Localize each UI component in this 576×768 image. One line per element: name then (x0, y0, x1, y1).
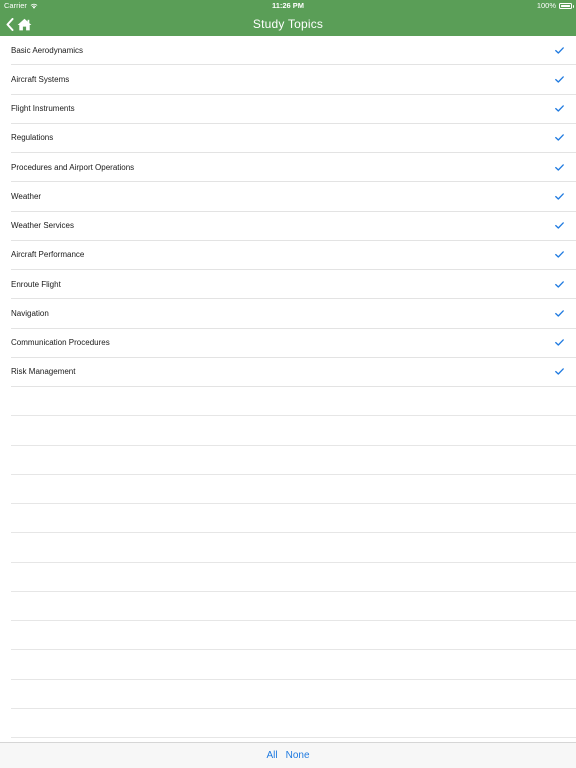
topic-row[interactable]: Enroute Flight (11, 270, 576, 300)
topic-row[interactable]: Weather Services (11, 212, 576, 241)
topic-row[interactable]: Risk Management (11, 358, 576, 387)
checkmark-icon (554, 45, 564, 55)
battery-icon (559, 3, 574, 9)
topic-label: Aircraft Performance (11, 250, 85, 260)
navigation-bar: Study Topics (0, 12, 576, 36)
empty-row (11, 446, 576, 475)
empty-row (11, 416, 576, 446)
empty-row (11, 592, 576, 621)
empty-row (11, 504, 576, 534)
topic-label: Communication Procedures (11, 338, 110, 348)
checkmark-icon (554, 191, 564, 201)
topic-row[interactable]: Communication Procedures (11, 329, 576, 358)
topic-label: Procedures and Airport Operations (11, 162, 135, 172)
topic-label: Regulations (11, 133, 54, 143)
checkmark-icon (554, 308, 564, 318)
empty-row (11, 563, 576, 592)
empty-row (11, 387, 576, 417)
topic-label: Basic Aerodynamics (11, 45, 84, 55)
top-bar: Carrier 11:26 PM 100% Study Topics (0, 0, 576, 36)
topic-row[interactable]: Procedures and Airport Operations (11, 153, 576, 183)
topic-row[interactable]: Weather (11, 182, 576, 212)
empty-row (11, 680, 576, 709)
checkmark-icon (554, 74, 564, 84)
topic-label: Flight Instruments (11, 104, 75, 114)
checkmark-icon (554, 133, 564, 143)
topic-row[interactable]: Aircraft Systems (11, 65, 576, 95)
status-time: 11:26 PM (271, 1, 305, 10)
battery-percent: 100% (536, 1, 556, 10)
topic-label: Weather (11, 191, 42, 201)
empty-row (11, 533, 576, 563)
select-none-button[interactable]: None (286, 750, 310, 761)
battery-indicator: 100% (536, 0, 574, 12)
topic-label: Enroute Flight (11, 279, 61, 289)
checkmark-icon (554, 367, 564, 377)
status-bar: Carrier 11:26 PM 100% (0, 0, 576, 12)
topic-label: Weather Services (11, 221, 74, 231)
empty-row (11, 621, 576, 651)
checkmark-icon (554, 279, 564, 289)
page-title: Study Topics (252, 17, 324, 31)
empty-row (11, 475, 576, 504)
checkmark-icon (554, 162, 564, 172)
topic-row[interactable]: Navigation (11, 299, 576, 329)
empty-row (11, 709, 576, 738)
topic-row[interactable]: Basic Aerodynamics (11, 36, 576, 66)
checkmark-icon (554, 104, 564, 114)
topic-label: Aircraft Systems (11, 74, 70, 84)
empty-row (11, 650, 576, 680)
topic-row[interactable]: Regulations (11, 124, 576, 153)
topic-row[interactable]: Flight Instruments (11, 95, 576, 124)
checkmark-icon (554, 221, 564, 231)
bottom-toolbar: All None (0, 742, 576, 768)
topic-row[interactable]: Aircraft Performance (11, 241, 576, 270)
checkmark-icon (554, 338, 564, 348)
topic-label: Navigation (11, 308, 49, 318)
topics-list: Basic Aerodynamics Aircraft Systems Flight… (0, 36, 576, 742)
checkmark-icon (554, 250, 564, 260)
select-all-button[interactable]: All (266, 750, 277, 761)
topic-label: Risk Management (11, 367, 76, 377)
